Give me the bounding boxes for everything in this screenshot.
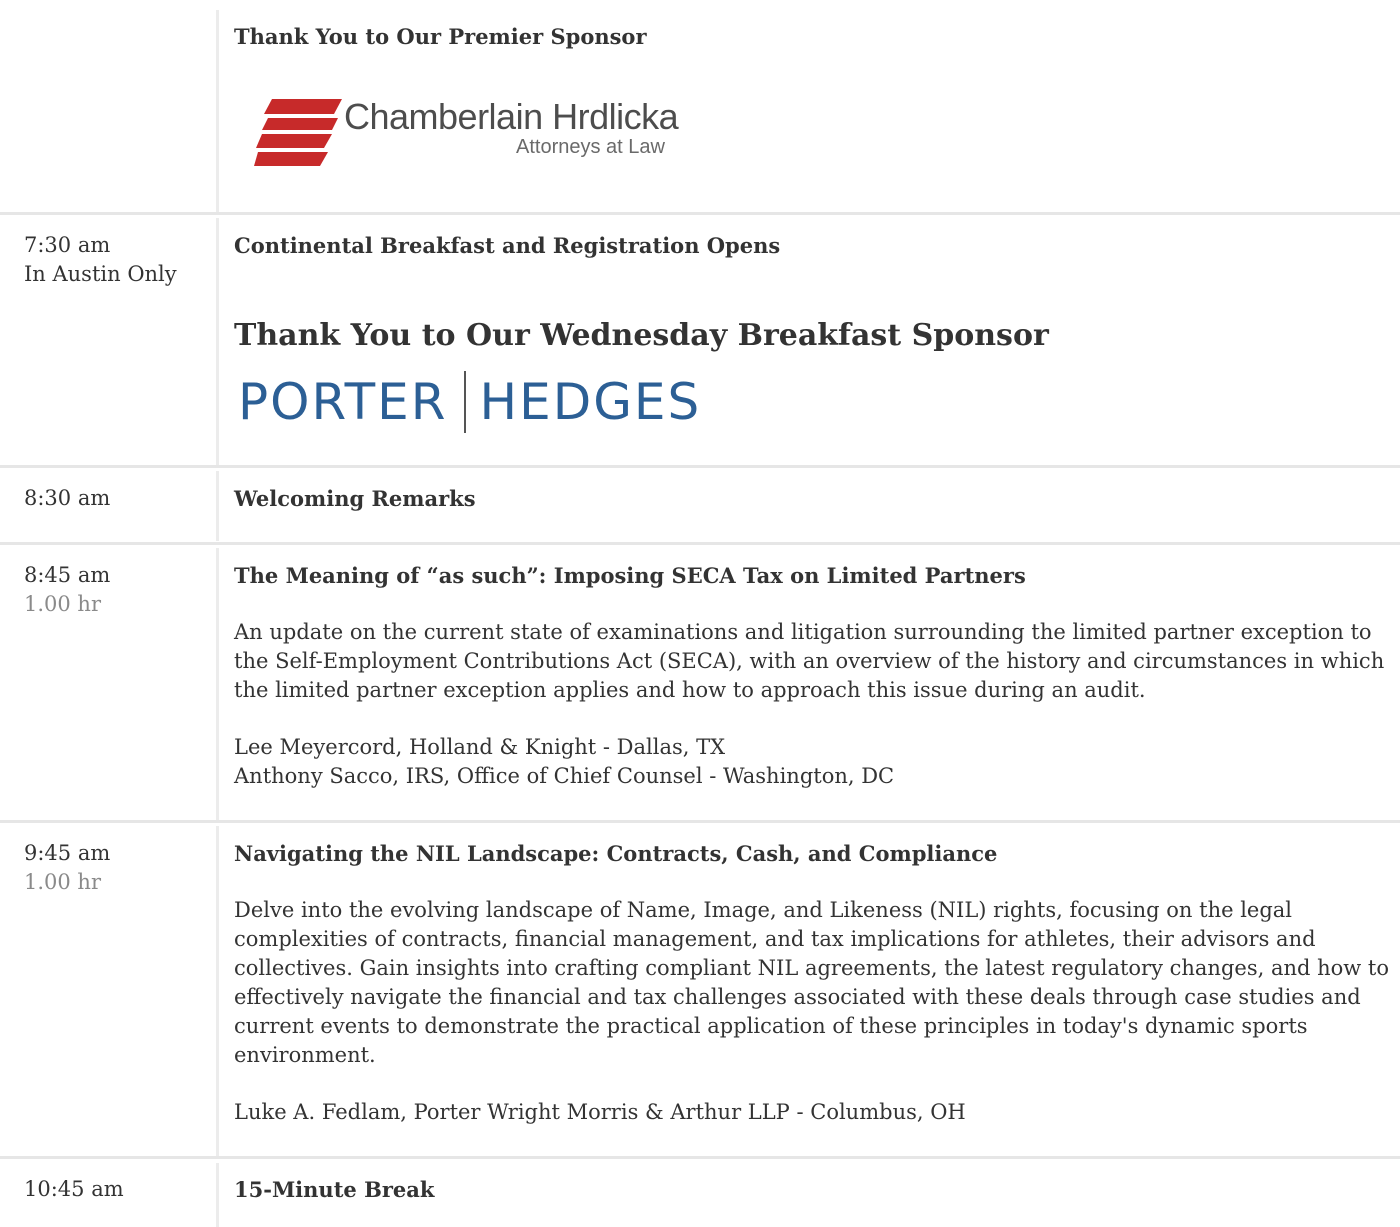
column-divider — [216, 1163, 219, 1227]
session-title: 15-Minute Break — [234, 1177, 435, 1202]
premier-sponsor-heading: Thank You to Our Premier Sponsor — [234, 24, 647, 49]
speaker: Anthony Sacco, IRS, Office of Chief Coun… — [234, 764, 895, 788]
session-content: Welcoming Remarks — [234, 484, 1394, 513]
session-time: 8:45 am — [24, 563, 111, 587]
session-title: Continental Breakfast and Registration O… — [234, 233, 781, 258]
session-description: An update on the current state of examin… — [234, 620, 1385, 702]
session-time-cell: 9:45 am 1.00 hr — [24, 839, 209, 897]
session-title: The Meaning of “as such”: Imposing SECA … — [234, 563, 1026, 588]
session-location-note: In Austin Only — [24, 262, 177, 286]
premier-sponsor-section: Thank You to Our Premier Sponsor — [234, 22, 1394, 51]
column-divider — [216, 548, 219, 820]
session-time-cell: 8:30 am — [24, 484, 209, 513]
logo-divider — [463, 371, 466, 433]
session-time-cell: 8:45 am 1.00 hr — [24, 561, 209, 619]
session-duration: 1.00 hr — [24, 870, 101, 894]
row-separator — [0, 1156, 1400, 1159]
session-time: 9:45 am — [24, 841, 111, 865]
session-title: Navigating the NIL Landscape: Contracts,… — [234, 841, 998, 866]
porter-hedges-logo[interactable]: PORTER HEDGES — [238, 370, 701, 434]
session-content: 15-Minute Break — [234, 1175, 1394, 1204]
breakfast-sponsor-section: Thank You to Our Wednesday Breakfast Spo… — [234, 318, 1394, 354]
column-divider — [216, 10, 219, 212]
breakfast-sponsor-heading: Thank You to Our Wednesday Breakfast Spo… — [234, 318, 1049, 353]
session-content: Navigating the NIL Landscape: Contracts,… — [234, 839, 1394, 1127]
session-time: 8:30 am — [24, 486, 111, 510]
session-duration: 1.00 hr — [24, 592, 101, 616]
session-speakers: Lee Meyercord, Holland & Knight - Dallas… — [234, 733, 1394, 791]
speaker: Lee Meyercord, Holland & Knight - Dallas… — [234, 735, 726, 759]
session-content: The Meaning of “as such”: Imposing SECA … — [234, 561, 1394, 791]
row-separator — [0, 542, 1400, 545]
row-separator — [0, 212, 1400, 215]
row-separator — [0, 465, 1400, 468]
session-title: Welcoming Remarks — [234, 486, 476, 511]
logo-word-left: PORTER — [238, 373, 448, 431]
column-divider — [216, 826, 219, 1156]
session-description: Delve into the evolving landscape of Nam… — [234, 898, 1390, 1067]
speaker: Luke A. Fedlam, Porter Wright Morris & A… — [234, 1100, 966, 1124]
chamberlain-emblem-icon — [254, 99, 342, 166]
column-divider — [216, 471, 219, 541]
session-time: 7:30 am — [24, 233, 111, 257]
logo-firm-name: Chamberlain Hrdlicka — [344, 96, 679, 137]
session-time-cell: 7:30 am In Austin Only — [24, 231, 209, 289]
session-time: 10:45 am — [24, 1177, 124, 1201]
chamberlain-hrdlicka-logo[interactable]: Chamberlain Hrdlicka Attorneys at Law — [254, 96, 714, 168]
row-separator — [0, 820, 1400, 823]
session-time-cell: 10:45 am — [24, 1175, 209, 1204]
logo-word-right: HEDGES — [479, 373, 702, 431]
column-divider — [216, 218, 219, 465]
session-content: Continental Breakfast and Registration O… — [234, 231, 1394, 260]
logo-firm-subtitle: Attorneys at Law — [516, 136, 665, 158]
session-speakers: Luke A. Fedlam, Porter Wright Morris & A… — [234, 1098, 1394, 1127]
